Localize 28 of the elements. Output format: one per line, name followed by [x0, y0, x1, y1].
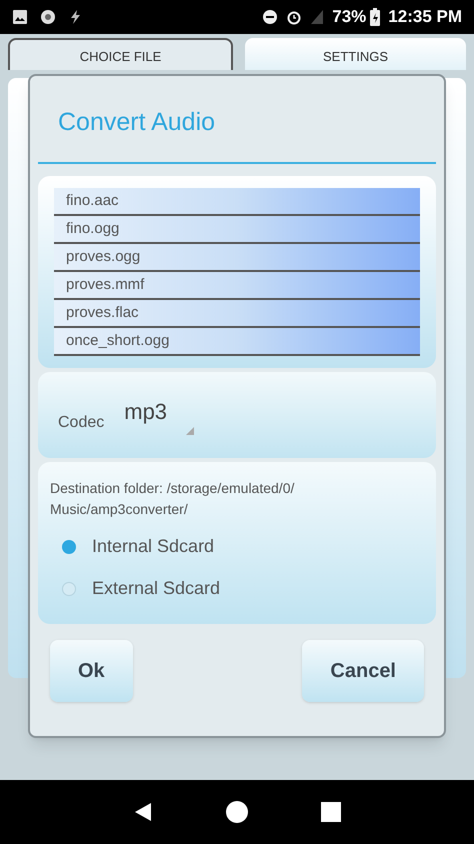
- tab[interactable]: SETTINGS: [245, 38, 466, 70]
- codec-dropdown[interactable]: mp3: [124, 394, 194, 434]
- dialog-button[interactable]: Ok: [50, 640, 133, 702]
- destination-text: Destination folder: /storage/emulated/0/ Music/amp3converter/: [50, 478, 296, 519]
- file-item[interactable]: proves.flac: [54, 300, 420, 328]
- file-item[interactable]: once_short.ogg: [54, 328, 420, 356]
- clock: 12:35 PM: [388, 6, 462, 28]
- alarm-icon: [286, 9, 302, 25]
- back-button[interactable]: [132, 802, 153, 822]
- file-item[interactable]: proves.ogg: [54, 244, 420, 272]
- recents-button[interactable]: [321, 802, 342, 822]
- file-item[interactable]: fino.aac: [54, 188, 420, 216]
- battery-icon: [370, 8, 380, 26]
- file-item[interactable]: proves.mmf: [54, 272, 420, 300]
- image-icon: [12, 9, 28, 25]
- do-not-disturb-icon: [262, 9, 278, 25]
- codec-label: Codec: [58, 412, 104, 432]
- dialog-button[interactable]: Cancel: [302, 640, 424, 702]
- file-item[interactable]: fino.ogg: [54, 216, 420, 244]
- dropdown-corner-icon: [186, 426, 194, 434]
- signal-icon: [310, 9, 324, 25]
- home-button[interactable]: [226, 801, 248, 823]
- battery-percent: 73%: [332, 6, 366, 28]
- radio-option[interactable]: External Sdcard: [50, 574, 424, 604]
- radio-option[interactable]: Internal Sdcard: [50, 532, 424, 562]
- tab[interactable]: CHOICE FILE: [8, 38, 233, 70]
- dialog-title: Convert Audio: [57, 107, 216, 138]
- circle-icon: [40, 9, 56, 25]
